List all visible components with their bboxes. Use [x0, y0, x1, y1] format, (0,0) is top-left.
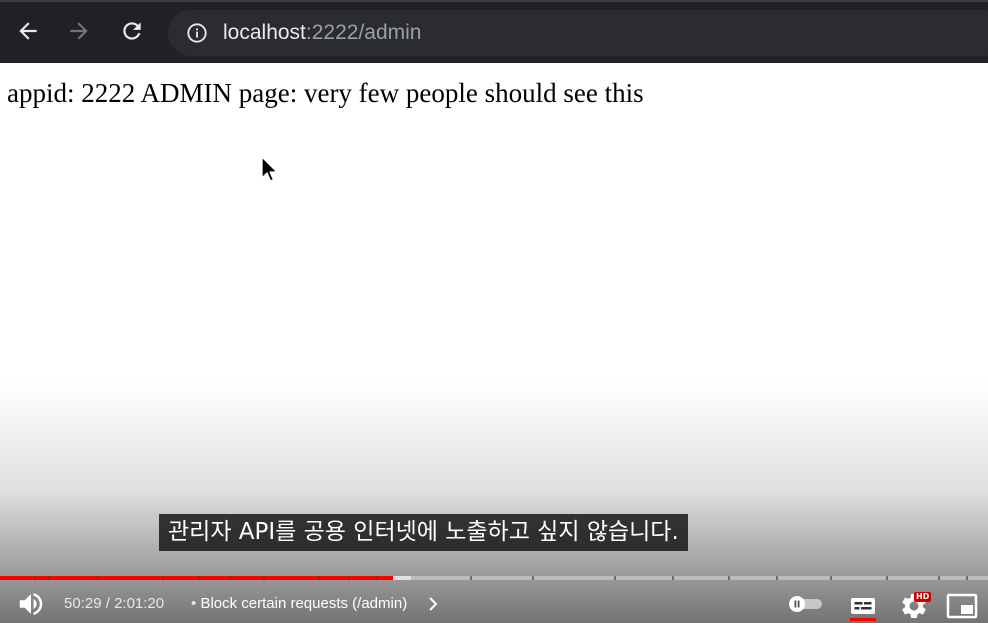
chevron-right-icon[interactable]: [426, 596, 440, 612]
chapter-separator: •: [191, 595, 197, 612]
info-icon[interactable]: [186, 22, 208, 44]
chapter-title-text: Block certain requests (/admin): [200, 595, 408, 612]
time-display: 50:29 / 2:01:20: [64, 595, 164, 613]
miniplayer-icon[interactable]: [946, 593, 978, 619]
progress-played: [0, 576, 393, 580]
captions-icon[interactable]: [848, 591, 878, 621]
reload-icon: [123, 22, 141, 40]
player-controls: 50:29 / 2:01:20 • Block certain requests…: [0, 583, 988, 623]
chapter-marker: [318, 576, 320, 580]
forward-button[interactable]: [64, 16, 94, 46]
progress-bar[interactable]: [0, 576, 988, 580]
arrow-left-icon: [19, 22, 37, 40]
chapter-marker: [97, 576, 99, 580]
chapter-marker: [532, 576, 534, 580]
reload-button[interactable]: [117, 16, 147, 46]
time-separator: /: [101, 595, 115, 612]
subtitle-caption: 관리자 API를 공용 인터넷에 노출하고 싶지 않습니다.: [159, 514, 688, 551]
hd-badge: HD: [914, 592, 932, 602]
chapter-marker: [162, 576, 164, 580]
page-body-text: appid: 2222 ADMIN page: very few people …: [7, 78, 644, 108]
chapter-marker: [198, 576, 200, 580]
chapter-marker: [672, 576, 674, 580]
autoplay-toggle[interactable]: [788, 595, 824, 613]
chapter-marker: [263, 576, 265, 580]
chapter-marker: [229, 576, 231, 580]
chapter-marker: [830, 576, 832, 580]
chapter-marker: [34, 576, 36, 580]
url-host: localhost: [223, 21, 306, 44]
chapter-marker: [728, 576, 730, 580]
url-text[interactable]: localhost:2222/admin: [223, 21, 421, 45]
mouse-cursor-icon: [261, 156, 278, 182]
volume-icon[interactable]: [16, 589, 46, 619]
chapter-marker: [348, 576, 350, 580]
chapter-marker: [376, 576, 378, 580]
address-bar[interactable]: localhost:2222/admin: [168, 10, 988, 56]
chapter-marker: [48, 576, 50, 580]
chapter-marker: [966, 576, 968, 580]
chapter-marker: [470, 576, 472, 580]
url-path: :2222/admin: [305, 21, 422, 44]
chapter-marker: [938, 576, 940, 580]
chapter-marker: [886, 576, 888, 580]
back-button[interactable]: [13, 16, 43, 46]
browser-toolbar: localhost:2222/admin: [0, 0, 988, 63]
time-total: 2:01:20: [114, 595, 165, 612]
time-current: 50:29: [64, 595, 102, 612]
chapter-button[interactable]: • Block certain requests (/admin): [191, 595, 407, 613]
arrow-right-icon: [70, 22, 88, 40]
chapter-marker: [614, 576, 616, 580]
chapter-marker: [776, 576, 778, 580]
